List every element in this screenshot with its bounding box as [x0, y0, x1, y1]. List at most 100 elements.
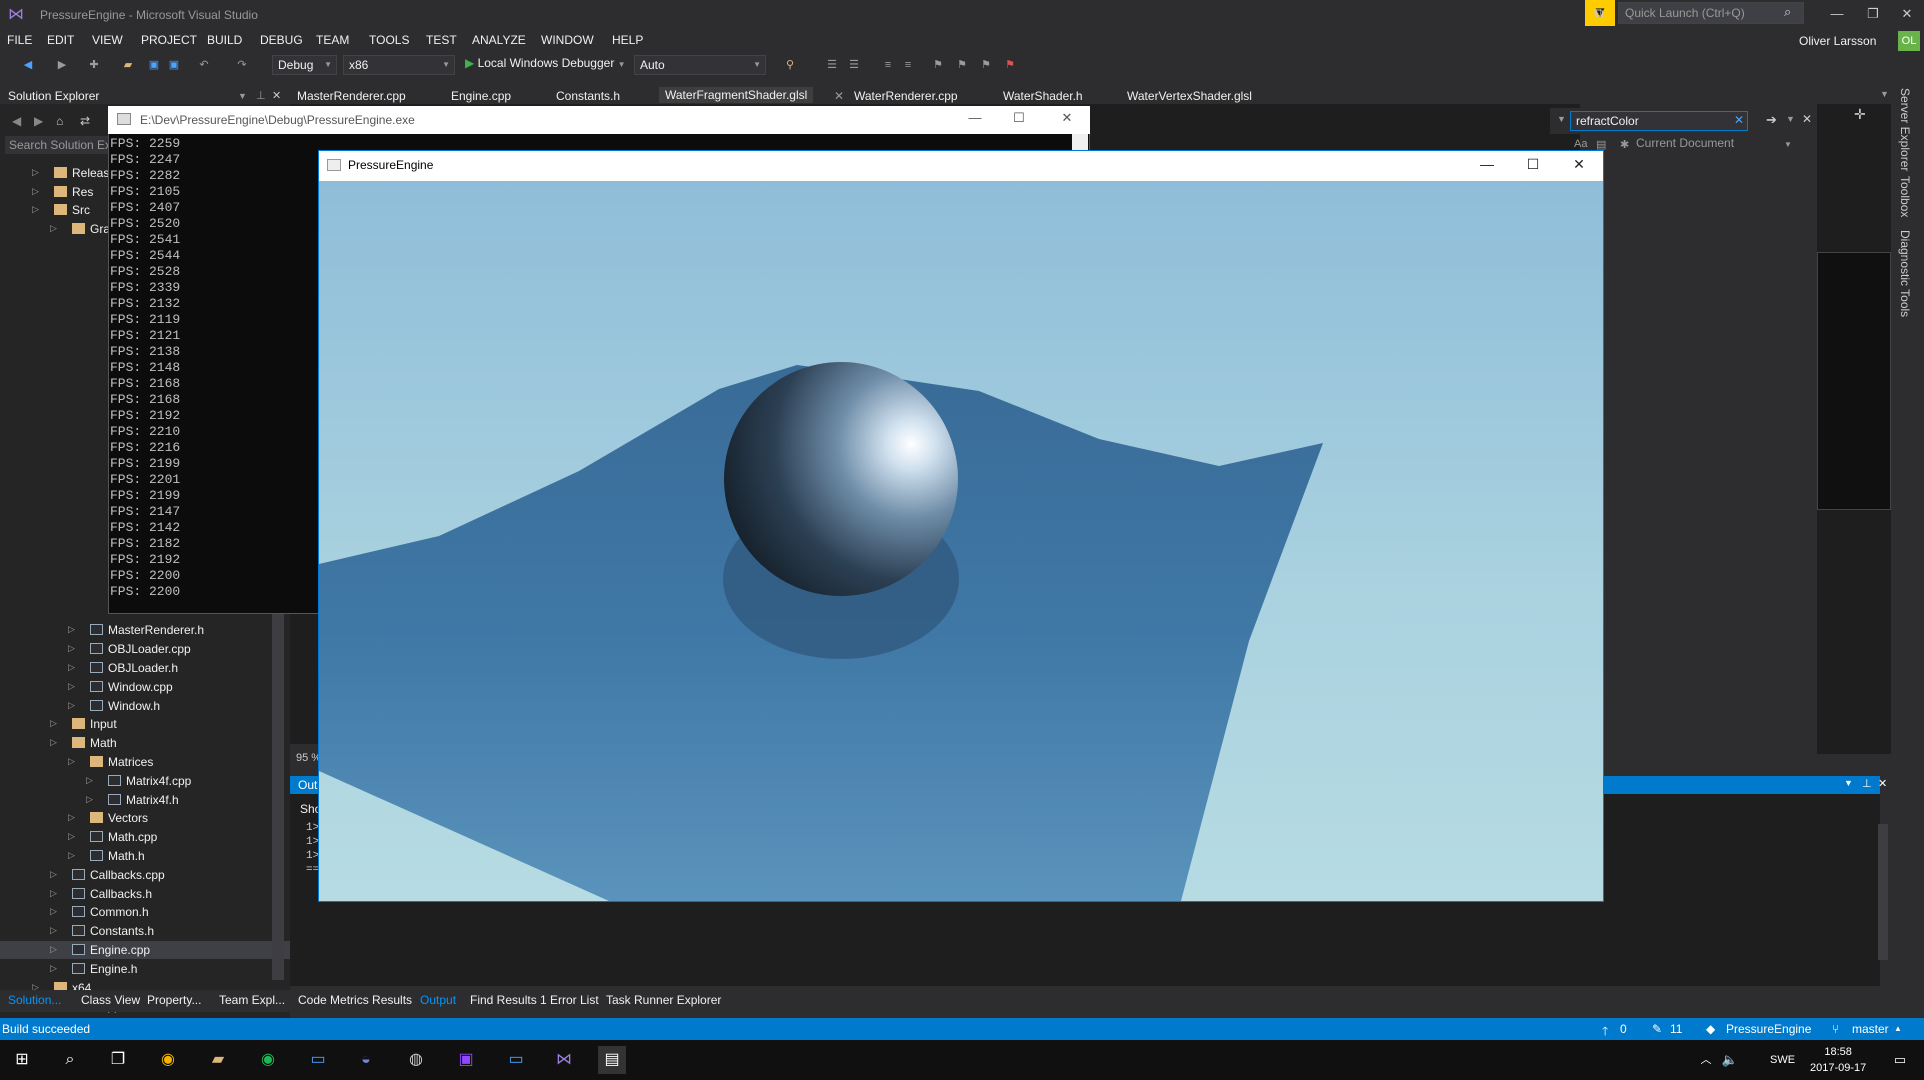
task-view-icon[interactable]: ❐ [104, 1046, 132, 1074]
tree-file[interactable]: ▷ Math.cpp [0, 828, 290, 846]
tree-file[interactable]: ▷ MasterRenderer.h [0, 621, 290, 639]
tab-task-runner[interactable]: Task Runner Explorer [606, 993, 721, 1007]
game-title-bar[interactable] [319, 151, 1603, 181]
volume-icon[interactable]: 🔈 [1716, 1046, 1744, 1074]
tree-file[interactable]: ▷ Constants.h [0, 922, 290, 940]
tab-team-explorer[interactable]: Team Expl... [219, 993, 285, 1007]
find-scope-select[interactable]: Current Document [1636, 136, 1734, 150]
start-debugging-button[interactable]: ▶ Local Windows Debugger ▼ [465, 56, 626, 70]
save-icon[interactable]: ▣ [146, 57, 162, 73]
tab-server-explorer[interactable]: Server Explorer [1898, 88, 1912, 171]
tab-property-manager[interactable]: Property... [147, 993, 201, 1007]
platform-select[interactable]: x86 ▼ [343, 55, 455, 75]
close-icon[interactable]: ✕ [1878, 777, 1887, 790]
minimize-button[interactable]: — [1472, 156, 1502, 172]
clear-bookmarks-icon[interactable]: ⚑ [1002, 57, 1018, 73]
close-button[interactable]: ✕ [1564, 156, 1594, 173]
sync-icon[interactable]: ⇄ [80, 114, 90, 128]
discord-icon[interactable]: ◒ [352, 1046, 380, 1074]
tab-diagnostic-tools[interactable]: Diagnostic Tools [1898, 230, 1912, 317]
menu-window[interactable]: WINDOW [541, 33, 594, 47]
search-icon[interactable]: ⌕ [56, 1046, 84, 1074]
pressureengine-app-icon[interactable]: ▤ [598, 1046, 626, 1074]
redo-icon[interactable]: ↷ [234, 57, 250, 73]
find-toggle-icon[interactable]: ▼ [1557, 114, 1566, 124]
menu-file[interactable]: FILE [7, 33, 32, 47]
tab-class-view[interactable]: Class View [81, 993, 140, 1007]
tree-folder[interactable]: ▷ Matrices [0, 753, 290, 771]
find-input[interactable]: refractColor [1570, 111, 1748, 131]
dropdown-icon[interactable]: ▼ [238, 91, 247, 101]
expand-icon[interactable]: ▷ [50, 925, 57, 936]
close-button[interactable]: ✕ [1052, 110, 1082, 126]
back-icon[interactable]: ◀ [12, 114, 21, 128]
match-case-toggle[interactable]: Aa [1574, 138, 1587, 150]
expand-icon[interactable]: ▷ [50, 906, 57, 917]
expand-icon[interactable]: ▷ [32, 204, 39, 215]
undo-icon[interactable]: ↶ [196, 57, 212, 73]
expand-icon[interactable]: ▷ [50, 963, 57, 974]
expand-icon[interactable]: ▷ [68, 624, 75, 635]
spotify-icon[interactable]: ◉ [254, 1046, 282, 1074]
menu-build[interactable]: BUILD [207, 33, 242, 47]
expand-icon[interactable]: ▷ [50, 737, 57, 748]
uncomment-icon[interactable]: ≡ [900, 57, 916, 73]
menu-analyze[interactable]: ANALYZE [472, 33, 526, 47]
outdent-icon[interactable]: ☰ [846, 57, 862, 73]
expand-icon[interactable]: ▷ [32, 167, 39, 178]
maximize-button[interactable]: ☐ [1518, 156, 1548, 173]
forward-icon[interactable]: ▶ [34, 114, 43, 128]
expand-icon[interactable]: ▷ [86, 775, 93, 786]
config-select[interactable]: Debug ▼ [272, 55, 337, 75]
tree-folder[interactable]: ▷ Vectors [0, 809, 290, 827]
close-icon[interactable]: ✕ [272, 89, 281, 102]
app-icon[interactable]: ▭ [304, 1046, 332, 1074]
menu-team[interactable]: TEAM [316, 33, 349, 47]
tree-file[interactable]: ▷ Math.h [0, 847, 290, 865]
tree-folder[interactable]: ▷ Math [0, 734, 290, 752]
tree-file[interactable]: ▷ Engine.cpp [0, 941, 290, 959]
expand-icon[interactable]: ▷ [50, 223, 57, 234]
avatar[interactable]: OL [1898, 31, 1920, 51]
indent-icon[interactable]: ☰ [824, 57, 840, 73]
minimize-button[interactable]: — [1822, 3, 1852, 25]
feedback-icon[interactable]: ⧉ [1594, 5, 1603, 21]
notifications-icon[interactable]: ▭ [1886, 1046, 1914, 1074]
tree-folder[interactable]: ▷ Input [0, 715, 290, 733]
visual-studio-icon[interactable]: ⋈ [550, 1046, 578, 1074]
tab-toolbox[interactable]: Toolbox [1898, 176, 1912, 217]
tree-file[interactable]: ▷ Window.h [0, 697, 290, 715]
tree-file[interactable]: ▷ Engine.h [0, 960, 290, 978]
close-icon[interactable]: ✕ [1802, 112, 1812, 126]
find-in-files-icon[interactable]: ⚲ [782, 57, 798, 73]
menu-test[interactable]: TEST [426, 33, 457, 47]
open-folder-icon[interactable]: ▰ [120, 57, 136, 73]
app-icon[interactable]: ▭ [502, 1046, 530, 1074]
language-indicator[interactable]: SWE [1770, 1054, 1795, 1066]
render-viewport[interactable] [319, 181, 1603, 901]
twitch-icon[interactable]: ▣ [452, 1046, 480, 1074]
tree-file[interactable]: ▷ Common.h [0, 903, 290, 921]
expand-icon[interactable]: ▷ [68, 756, 75, 767]
tree-file[interactable]: ▷ Callbacks.cpp [0, 866, 290, 884]
pin-icon[interactable]: ⊥ [1862, 777, 1872, 790]
regex-icon[interactable]: ✱ [1620, 138, 1629, 151]
pin-icon[interactable]: ⊥ [256, 89, 266, 102]
tree-file[interactable]: ▷ Window.cpp [0, 678, 290, 696]
close-icon[interactable]: ✕ [834, 89, 844, 103]
new-project-icon[interactable]: ✚ [86, 57, 102, 73]
expand-icon[interactable]: ▷ [68, 812, 75, 823]
maximize-button[interactable]: ❐ [1858, 3, 1888, 25]
chevron-up-icon[interactable]: ▲ [1894, 1024, 1902, 1033]
split-editor-icon[interactable]: ✛ [1854, 106, 1866, 123]
menu-view[interactable]: VIEW [92, 33, 123, 47]
tree-file[interactable]: ▷ Matrix4f.h [0, 791, 290, 809]
find-next-icon[interactable]: ➔ [1766, 112, 1777, 128]
tab-solution-explorer[interactable]: Solution... [8, 993, 61, 1007]
tab-constants-h[interactable]: Constants.h [556, 89, 620, 103]
prev-bookmark-icon[interactable]: ⚑ [954, 57, 970, 73]
expand-icon[interactable]: ▷ [68, 643, 75, 654]
branch-name[interactable]: master [1852, 1022, 1889, 1036]
steam-icon[interactable]: ◍ [402, 1046, 430, 1074]
expand-icon[interactable]: ▷ [50, 944, 57, 955]
